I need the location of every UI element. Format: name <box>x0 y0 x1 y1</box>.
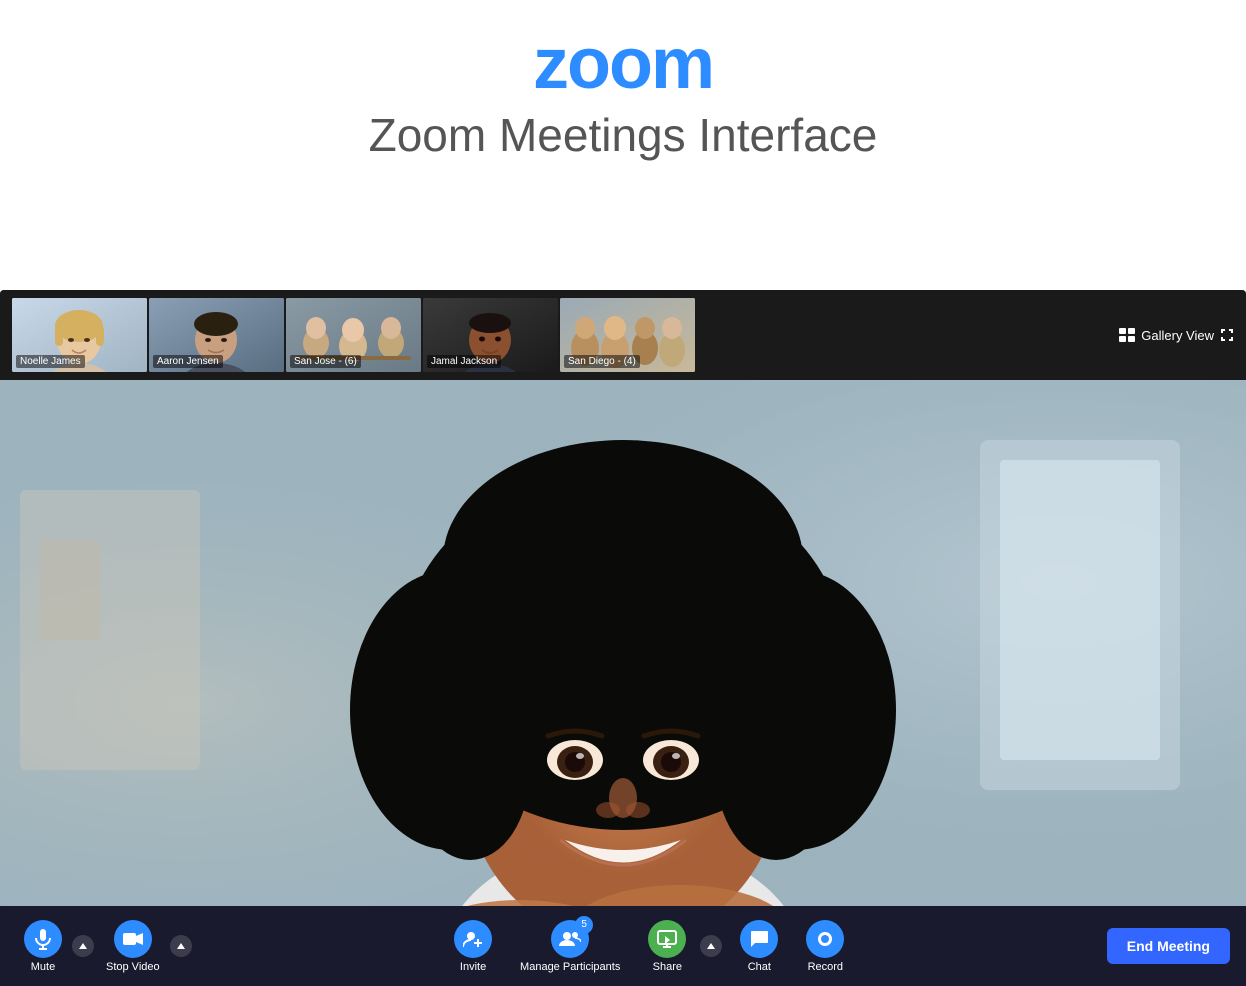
participants-icon-wrap: 5 <box>551 920 589 958</box>
record-icon-circle <box>806 920 844 958</box>
share-button[interactable]: Share <box>638 914 696 979</box>
share-icon-circle <box>648 920 686 958</box>
page-header: zoom Zoom Meetings Interface <box>0 0 1246 182</box>
manage-participants-label: Manage Participants <box>520 961 620 973</box>
toolbar-center: Invite 5 Manage Participants <box>192 914 1107 979</box>
mute-chevron[interactable] <box>72 935 94 957</box>
invite-label: Invite <box>460 961 486 973</box>
gallery-view-label: Gallery View <box>1141 328 1214 343</box>
chat-icon <box>749 929 769 949</box>
stop-video-label: Stop Video <box>106 961 160 973</box>
chevron-up-icon <box>79 943 87 949</box>
share-group: Share <box>638 914 722 979</box>
end-meeting-button[interactable]: End Meeting <box>1107 928 1230 964</box>
mute-label: Mute <box>31 961 55 973</box>
record-button[interactable]: Record <box>796 914 854 979</box>
record-label: Record <box>808 961 843 973</box>
share-chevron[interactable] <box>700 935 722 957</box>
page-subtitle: Zoom Meetings Interface <box>0 108 1246 162</box>
top-bar: Noelle James <box>0 290 1246 380</box>
thumbnail-aaron[interactable]: Aaron Jensen <box>149 298 284 372</box>
stop-video-group: Stop Video <box>98 914 192 979</box>
thumbnails-row: Noelle James <box>12 298 695 372</box>
toolbar: Mute S <box>0 906 1246 986</box>
gallery-view-button[interactable]: Gallery View <box>1119 328 1234 343</box>
mute-button[interactable]: Mute <box>16 914 70 979</box>
thumb-label-1: Noelle James <box>16 355 85 368</box>
main-video <box>0 380 1246 906</box>
share-screen-icon <box>657 930 677 948</box>
meeting-window: Noelle James <box>0 290 1246 986</box>
invite-icon-circle <box>454 920 492 958</box>
thumb-label-2: Aaron Jensen <box>153 355 223 368</box>
thumbnail-sandiego[interactable]: San Diego - (4) <box>560 298 695 372</box>
thumb-label-4: Jamal Jackson <box>427 355 501 368</box>
mute-icon-wrap <box>24 920 62 958</box>
microphone-icon <box>33 928 53 950</box>
share-label: Share <box>653 961 682 973</box>
share-chevron-icon <box>707 943 715 949</box>
chat-button[interactable]: Chat <box>730 914 788 979</box>
toolbar-right: End Meeting <box>1107 928 1230 964</box>
stop-video-button[interactable]: Stop Video <box>98 914 168 979</box>
mute-group: Mute <box>16 914 94 979</box>
chat-icon-circle <box>740 920 778 958</box>
thumb-label-3: San Jose - (6) <box>290 355 361 368</box>
video-chevron[interactable] <box>170 935 192 957</box>
person-add-icon <box>463 929 483 949</box>
thumb-label-5: San Diego - (4) <box>564 355 640 368</box>
chat-label: Chat <box>748 961 771 973</box>
thumbnail-jamal[interactable]: Jamal Jackson <box>423 298 558 372</box>
invite-button[interactable]: Invite <box>444 914 502 979</box>
zoom-logo: zoom <box>0 28 1246 100</box>
participant-count-badge: 5 <box>575 916 593 934</box>
chevron-up-icon-2 <box>177 943 185 949</box>
manage-participants-button[interactable]: 5 Manage Participants <box>510 914 630 979</box>
record-icon <box>815 929 835 949</box>
thumbnail-noelle[interactable]: Noelle James <box>12 298 147 372</box>
camera-icon <box>122 931 144 947</box>
toolbar-left: Mute S <box>16 914 192 979</box>
thumbnail-sanjose[interactable]: San Jose - (6) <box>286 298 421 372</box>
stop-video-icon-wrap <box>114 920 152 958</box>
